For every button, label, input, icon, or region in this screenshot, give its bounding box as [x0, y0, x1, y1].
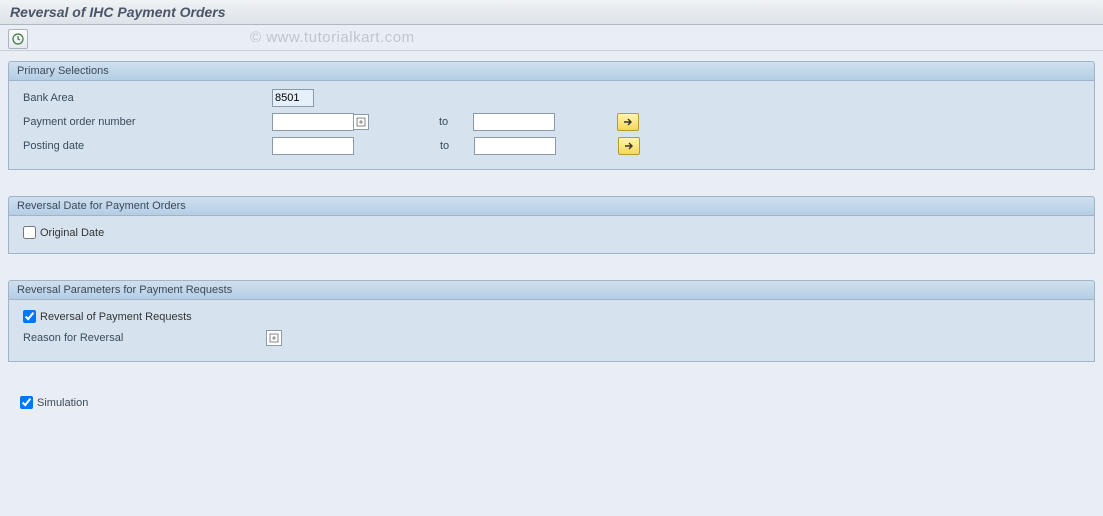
- reason-reversal-search-help[interactable]: [266, 330, 282, 346]
- posting-date-to-label: to: [440, 140, 470, 152]
- payment-order-to-label: to: [439, 116, 469, 128]
- original-date-checkbox[interactable]: [23, 226, 36, 239]
- group-header-primary: Primary Selections: [8, 61, 1095, 81]
- group-body-primary: Bank Area Payment order number to: [8, 81, 1095, 170]
- reason-reversal-label: Reason for Reversal: [17, 332, 266, 344]
- group-body-reversal-date: Original Date: [8, 216, 1095, 254]
- execute-button[interactable]: [8, 29, 28, 49]
- posting-date-label: Posting date: [17, 140, 272, 152]
- reversal-requests-label: Reversal of Payment Requests: [40, 311, 192, 323]
- group-reversal-date: Reversal Date for Payment Orders Origina…: [8, 196, 1095, 254]
- bank-area-input[interactable]: [272, 89, 314, 107]
- watermark-text: © www.tutorialkart.com: [250, 29, 415, 46]
- group-primary-selections: Primary Selections Bank Area Payment ord…: [8, 61, 1095, 170]
- group-body-reversal-params: Reversal of Payment Requests Reason for …: [8, 300, 1095, 362]
- arrow-right-icon: [622, 117, 634, 127]
- search-help-icon: [356, 117, 366, 127]
- payment-order-search-help[interactable]: [353, 114, 369, 130]
- group-header-reversal-params: Reversal Parameters for Payment Requests: [8, 280, 1095, 300]
- clock-execute-icon: [12, 33, 24, 45]
- simulation-row: Simulation: [8, 388, 1095, 417]
- arrow-right-icon: [623, 141, 635, 151]
- simulation-label: Simulation: [37, 397, 88, 409]
- simulation-checkbox[interactable]: [20, 396, 33, 409]
- payment-order-label: Payment order number: [17, 116, 272, 128]
- payment-order-to-input[interactable]: [473, 113, 555, 131]
- posting-date-range-button[interactable]: [618, 137, 640, 155]
- toolbar: © www.tutorialkart.com: [0, 25, 1103, 51]
- posting-date-to-input[interactable]: [474, 137, 556, 155]
- content-area: Primary Selections Bank Area Payment ord…: [0, 51, 1103, 427]
- original-date-label: Original Date: [40, 227, 104, 239]
- payment-order-from-input[interactable]: [272, 113, 354, 131]
- payment-order-range-button[interactable]: [617, 113, 639, 131]
- bank-area-label: Bank Area: [17, 92, 272, 104]
- reversal-requests-checkbox[interactable]: [23, 310, 36, 323]
- group-reversal-params: Reversal Parameters for Payment Requests…: [8, 280, 1095, 362]
- group-header-reversal-date: Reversal Date for Payment Orders: [8, 196, 1095, 216]
- page-title: Reversal of IHC Payment Orders: [0, 0, 1103, 25]
- search-help-icon: [269, 333, 279, 343]
- posting-date-from-input[interactable]: [272, 137, 354, 155]
